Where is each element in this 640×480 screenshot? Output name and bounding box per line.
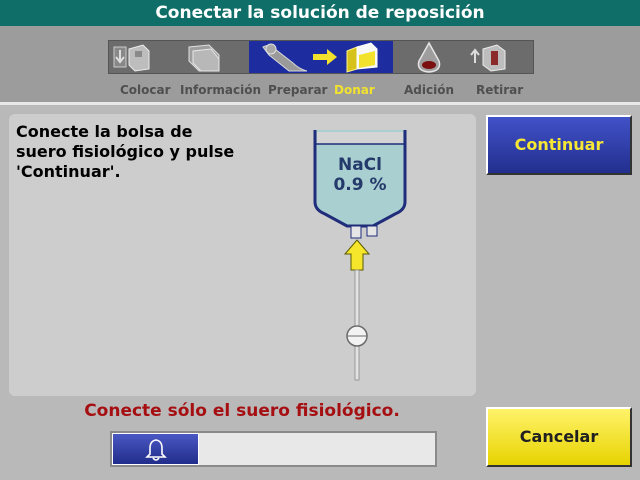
folder-icon [188, 44, 220, 72]
kit-load-icon [113, 44, 150, 72]
step-label-colocar: Colocar [120, 83, 171, 97]
bell-icon [145, 439, 167, 461]
warning-message: Conecte sólo el suero fisiológico. [84, 401, 400, 421]
continue-button[interactable]: Continuar [486, 115, 632, 175]
flask-icon [417, 41, 441, 73]
bag-label-line1: NaCl [338, 155, 382, 175]
saline-bag-illustration: NaCl 0.9 % [313, 130, 407, 381]
kit-unload-icon [470, 44, 506, 72]
connect-arrow-icon [343, 239, 371, 271]
window-title: Conectar la solución de reposición [0, 0, 640, 26]
progress-fill [112, 433, 200, 465]
bag-label-line2: 0.9 % [333, 175, 386, 195]
step-label-preparar: Preparar [268, 83, 328, 97]
step-label-retirar: Retirar [476, 83, 524, 97]
step-label-adicion: Adición [404, 83, 455, 97]
donate-icon [346, 42, 378, 73]
cancel-button[interactable]: Cancelar [486, 407, 632, 467]
step-label-informacion: Información [180, 83, 262, 97]
alarm-progress-bar [110, 431, 437, 467]
step-label-donar: Donar [334, 83, 375, 97]
step-progress-bar [108, 40, 534, 74]
instruction-text: Conecte la bolsa de suero fisiológico y … [16, 122, 235, 181]
